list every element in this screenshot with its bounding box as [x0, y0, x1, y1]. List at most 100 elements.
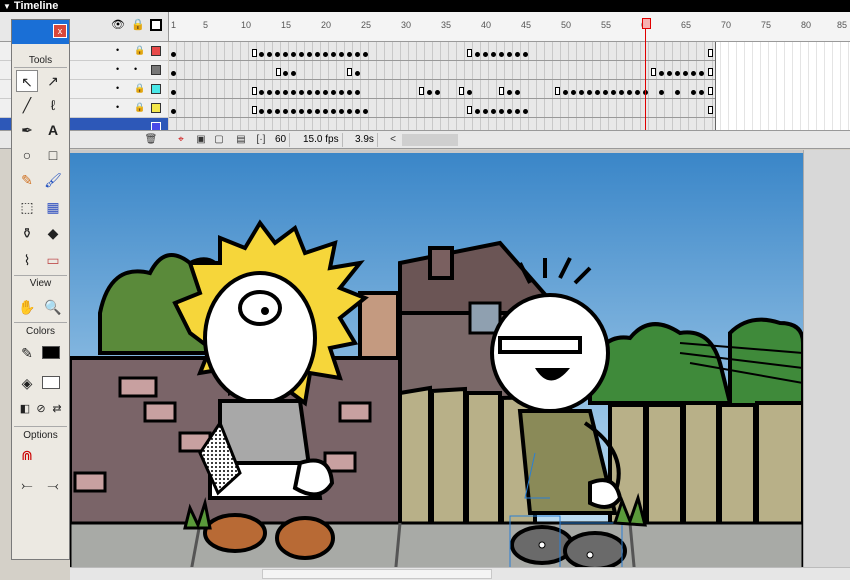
keyframe-empty[interactable] [459, 87, 464, 95]
keyframe[interactable] [563, 90, 568, 95]
keyframe-empty[interactable] [419, 87, 424, 95]
brush-tool[interactable]: 🖌 [42, 169, 64, 191]
keyframe[interactable] [475, 52, 480, 57]
keyframe[interactable] [275, 52, 280, 57]
playhead-handle[interactable] [642, 18, 651, 29]
fill-transform-tool[interactable]: ▦ [42, 196, 64, 218]
modify-onion-markers-icon[interactable]: [·] [254, 133, 268, 147]
keyframe[interactable] [635, 90, 640, 95]
keyframe[interactable] [499, 109, 504, 114]
hand-tool[interactable]: ✋ [16, 296, 38, 318]
keyframe[interactable] [491, 109, 496, 114]
keyframe-empty[interactable] [467, 49, 472, 57]
snap-magnet-icon[interactable]: ⋒ [16, 444, 38, 466]
keyframe[interactable] [267, 90, 272, 95]
keyframe[interactable] [315, 90, 320, 95]
keyframe[interactable] [171, 90, 176, 95]
keyframe[interactable] [355, 71, 360, 76]
arrow-tool[interactable]: ↖ [16, 70, 38, 92]
keyframe[interactable] [435, 90, 440, 95]
keyframe[interactable] [355, 109, 360, 114]
layer-color-swatch[interactable] [151, 46, 161, 56]
keyframe[interactable] [475, 109, 480, 114]
keyframe[interactable] [363, 52, 368, 57]
tools-titlebar[interactable]: x [12, 20, 69, 44]
keyframe-empty[interactable] [651, 68, 656, 76]
frame-row[interactable] [169, 42, 715, 61]
keyframe[interactable] [491, 52, 496, 57]
pen-tool[interactable]: ✒ [16, 119, 38, 141]
frame-row[interactable] [169, 61, 715, 80]
keyframe[interactable] [331, 109, 336, 114]
keyframe[interactable] [627, 90, 632, 95]
keyframe[interactable] [515, 52, 520, 57]
keyframe-empty[interactable] [708, 49, 713, 57]
layer-color-swatch[interactable] [151, 84, 161, 94]
oval-tool[interactable]: ○ [16, 144, 38, 166]
keyframe-empty[interactable] [252, 106, 257, 114]
lock-icon[interactable]: 🔒 [131, 19, 145, 31]
keyframe[interactable] [355, 52, 360, 57]
keyframe[interactable] [619, 90, 624, 95]
line-tool[interactable]: ╱ [16, 94, 38, 116]
keyframe[interactable] [291, 71, 296, 76]
keyframe[interactable] [483, 109, 488, 114]
keyframe[interactable] [523, 109, 528, 114]
scrollbar-thumb[interactable] [262, 569, 492, 579]
keyframe[interactable] [659, 90, 664, 95]
keyframe[interactable] [515, 90, 520, 95]
keyframe[interactable] [363, 109, 368, 114]
keyframe[interactable] [667, 71, 672, 76]
pencil-tool[interactable]: ✎ [16, 169, 38, 191]
close-button[interactable]: x [53, 24, 67, 38]
smooth-icon[interactable]: ⤚ [16, 474, 38, 496]
paint-bucket-tool[interactable]: ◆ [42, 222, 64, 244]
ink-bottle-tool[interactable]: ⚱ [16, 222, 38, 244]
keyframe[interactable] [315, 109, 320, 114]
keyframe[interactable] [339, 52, 344, 57]
zoom-tool[interactable]: 🔍 [42, 296, 64, 318]
keyframe-empty[interactable] [252, 49, 257, 57]
keyframe[interactable] [307, 52, 312, 57]
stroke-color-swatch[interactable] [42, 346, 60, 359]
keyframe[interactable] [699, 90, 704, 95]
keyframe[interactable] [587, 90, 592, 95]
keyframe[interactable] [355, 90, 360, 95]
visibility-dot-icon[interactable]: • [116, 83, 119, 93]
keyframe[interactable] [507, 90, 512, 95]
keyframe[interactable] [339, 90, 344, 95]
keyframe[interactable] [699, 71, 704, 76]
keyframe[interactable] [283, 109, 288, 114]
onion-skin-icon[interactable]: ▣ [194, 133, 208, 147]
keyframe[interactable] [315, 52, 320, 57]
keyframe[interactable] [515, 109, 520, 114]
keyframe-empty[interactable] [708, 68, 713, 76]
keyframe-empty[interactable] [252, 87, 257, 95]
keyframe[interactable] [595, 90, 600, 95]
lock-icon[interactable]: 🔒 [134, 102, 145, 113]
keyframe[interactable] [171, 71, 176, 76]
edit-multiple-frames-icon[interactable]: ▤ [234, 133, 248, 147]
keyframe[interactable] [579, 90, 584, 95]
keyframe[interactable] [347, 109, 352, 114]
fill-color-swatch[interactable] [42, 376, 60, 389]
keyframe[interactable] [259, 109, 264, 114]
keyframe[interactable] [347, 52, 352, 57]
frame-rate-readout[interactable]: 15.0 fps [300, 133, 343, 147]
subselect-tool[interactable]: ↗ [42, 70, 64, 92]
free-transform-tool[interactable]: ⬚ [16, 196, 38, 218]
keyframe[interactable] [267, 52, 272, 57]
keyframe[interactable] [275, 90, 280, 95]
keyframe[interactable] [291, 109, 296, 114]
keyframe-empty[interactable] [347, 68, 352, 76]
frames-grid[interactable] [169, 42, 850, 137]
keyframe[interactable] [171, 109, 176, 114]
keyframe[interactable] [275, 109, 280, 114]
keyframe[interactable] [331, 90, 336, 95]
frame-row[interactable] [169, 99, 715, 118]
keyframe[interactable] [659, 71, 664, 76]
lock-icon[interactable]: 🔒 [134, 45, 145, 56]
keyframe[interactable] [307, 90, 312, 95]
keyframe[interactable] [427, 90, 432, 95]
keyframe[interactable] [171, 52, 176, 57]
